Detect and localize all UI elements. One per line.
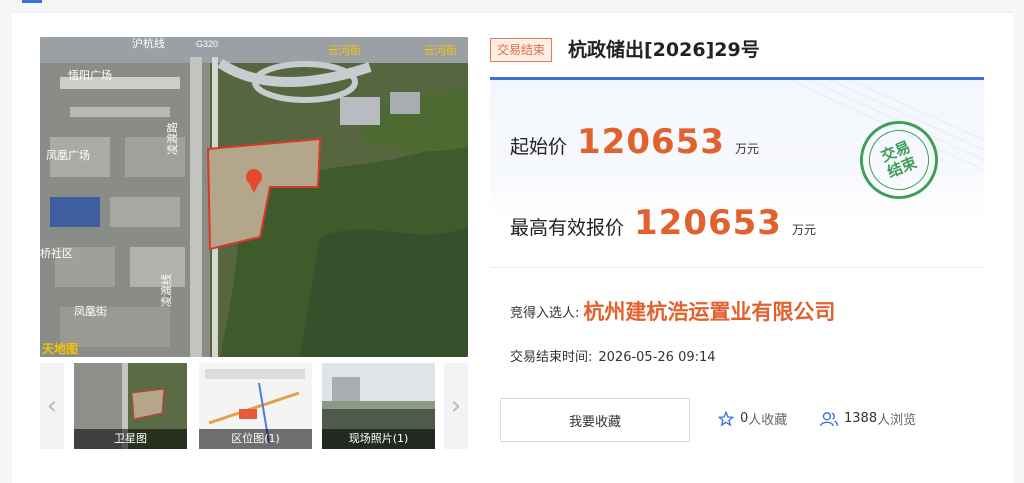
end-time-label: 交易结束时间: <box>510 350 593 365</box>
top-tab-indicator <box>22 0 42 3</box>
map-label: 悟阳广场 <box>68 68 112 82</box>
end-time-row: 交易结束时间: 2026-05-26 09:14 <box>510 346 716 365</box>
top-bid-value: 120653 <box>634 203 782 243</box>
page-title: 杭政储出[2026]29号 <box>568 39 760 61</box>
start-price-value: 120653 <box>577 122 725 162</box>
map-label: 凤凰街 <box>74 304 107 318</box>
winner-row: 竞得入选人: 杭州建杭浩运置业有限公司 <box>510 296 835 326</box>
views-stat: 1388 人浏览 <box>820 409 916 428</box>
top-bid-label: 最高有效报价 <box>510 217 625 239</box>
favorites-stat: 0 人收藏 <box>718 409 787 428</box>
map-label: 凤凰广场 <box>46 148 90 162</box>
winner-label: 竞得入选人: <box>510 305 580 321</box>
map-label: 凌渡线 <box>159 274 173 307</box>
star-icon <box>718 410 734 426</box>
start-price-row: 起始价 120653 万元 <box>510 122 759 162</box>
map-label: 沪杭线 <box>132 37 165 50</box>
map-label: 云河街 <box>424 43 457 57</box>
end-time-value: 2026-05-26 09:14 <box>598 350 716 365</box>
winner-name: 杭州建杭浩运置业有限公司 <box>583 300 836 324</box>
map-logo: 天地图 <box>42 341 78 356</box>
divider <box>490 267 984 268</box>
map-label: 云河街 <box>328 43 361 57</box>
views-suffix: 人浏览 <box>877 413 917 428</box>
status-badge: 交易结束 <box>490 38 553 62</box>
users-icon <box>820 411 838 426</box>
start-price-unit: 万元 <box>734 142 759 156</box>
prev-arrow-icon[interactable]: ‹ <box>40 363 64 449</box>
start-price-label: 起始价 <box>510 136 568 158</box>
map-label: 凌渡路 <box>165 122 179 155</box>
next-arrow-icon[interactable]: › <box>444 363 468 449</box>
thumbnail-location[interactable]: 区位图(1) <box>199 363 312 449</box>
thumbnail-photo[interactable]: 现场照片(1) <box>322 363 435 449</box>
thumbnail-caption: 现场照片(1) <box>322 429 435 449</box>
map-label: G320 <box>196 39 218 49</box>
listing-card: 沪杭线 云河街 云河街 G320 悟阳广场 凤凰广场 凌渡路 桥社区 凤凰街 凌… <box>12 12 1014 483</box>
thumbnail-satellite[interactable]: 卫星图 <box>74 363 187 449</box>
favorites-suffix: 人收藏 <box>748 413 788 428</box>
views-count: 1388 <box>844 411 878 426</box>
thumbnail-caption: 卫星图 <box>74 429 187 449</box>
top-bid-row: 最高有效报价 120653 万元 <box>510 203 816 243</box>
favorite-button[interactable]: 我要收藏 <box>500 398 690 442</box>
satellite-map[interactable]: 沪杭线 云河街 云河街 G320 悟阳广场 凤凰广场 凌渡路 桥社区 凤凰街 凌… <box>40 37 468 357</box>
favorites-count: 0 <box>740 411 749 426</box>
thumbnail-strip: ‹ 卫星图 区位图(1) 现场照片(1) › <box>40 363 468 449</box>
map-label: 桥社区 <box>40 246 73 260</box>
thumbnail-caption: 区位图(1) <box>199 429 312 449</box>
top-bid-unit: 万元 <box>791 223 816 237</box>
